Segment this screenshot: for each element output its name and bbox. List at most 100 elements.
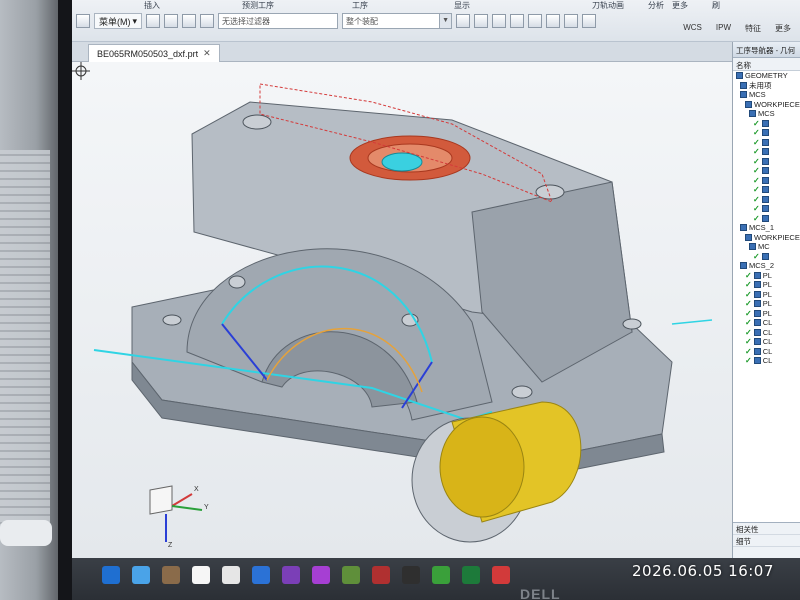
navigator-row[interactable]: ✓ CL	[733, 328, 800, 338]
dependencies-panel[interactable]: 相关性	[733, 523, 800, 535]
operation-icon	[736, 72, 743, 80]
navigator-row[interactable]: 未用项	[733, 81, 800, 91]
navigator-row-label: WORKPIECE	[754, 99, 800, 109]
checkmark-icon: ✓	[753, 128, 760, 138]
grid-icon[interactable]	[76, 14, 90, 28]
navigator-row[interactable]: ✓	[733, 214, 800, 224]
app-icon[interactable]	[342, 566, 360, 584]
navigator-row[interactable]: ✓	[733, 157, 800, 167]
navigator-row[interactable]: ✓	[733, 119, 800, 129]
navigator-row[interactable]: WORKPIECE	[733, 100, 800, 110]
navigator-row-label: PL	[762, 270, 772, 280]
app-icon[interactable]	[162, 566, 180, 584]
start-icon[interactable]	[102, 566, 120, 584]
navigator-row[interactable]: ✓ CL	[733, 337, 800, 347]
navigator-row[interactable]: MCS_2	[733, 261, 800, 271]
navigator-row[interactable]: ✓ PL	[733, 271, 800, 281]
ribbon-label-insert[interactable]: 插入	[144, 0, 160, 11]
operation-icon	[740, 81, 747, 89]
snap-intersect-icon[interactable]	[546, 14, 561, 28]
checkmark-icon: ✓	[745, 327, 752, 337]
snap-point-icon[interactable]	[456, 14, 471, 28]
select-icon[interactable]	[164, 14, 179, 28]
navigator-row[interactable]: ✓ PL	[733, 290, 800, 300]
navigator-row[interactable]: MCS_1	[733, 223, 800, 233]
details-panel[interactable]: 细节	[733, 535, 800, 547]
close-icon[interactable]: ✕	[203, 48, 211, 59]
assembly-scope-dropdown[interactable]: 整个装配 ▼	[342, 13, 453, 29]
app-icon[interactable]	[312, 566, 330, 584]
operation-icon	[761, 157, 769, 165]
operation-icon	[761, 167, 769, 175]
snap-mid-icon[interactable]	[492, 14, 507, 28]
navigator-row[interactable]: ✓	[733, 138, 800, 148]
app-icon[interactable]	[492, 566, 510, 584]
app-icon[interactable]	[282, 566, 300, 584]
snap-tangent-icon[interactable]	[528, 14, 543, 28]
navigator-row[interactable]: MCS	[733, 109, 800, 119]
navigator-row[interactable]: MC	[733, 242, 800, 252]
ribbon-label-toolpath[interactable]: 刀轨动画	[592, 0, 624, 11]
app-icon[interactable]	[432, 566, 450, 584]
navigator-row[interactable]: ✓ PL	[733, 309, 800, 319]
operation-icon	[745, 233, 752, 241]
navigator-row[interactable]: ✓	[733, 166, 800, 176]
operation-icon	[753, 338, 761, 346]
ribbon-label-predict[interactable]: 预测工序	[242, 0, 274, 11]
navigator-row[interactable]: ✓	[733, 128, 800, 138]
navigator-row[interactable]: ✓	[733, 204, 800, 214]
navigator-row[interactable]: ✓ CL	[733, 318, 800, 328]
navigator-row[interactable]: ✓	[733, 147, 800, 157]
ribbon-label-display[interactable]: 显示	[454, 0, 470, 11]
view-icon[interactable]	[582, 14, 597, 28]
operation-icon	[753, 347, 761, 355]
triad-x-label: X	[194, 486, 199, 493]
copy-icon[interactable]	[146, 14, 161, 28]
navigator-row[interactable]: ✓ CL	[733, 347, 800, 357]
menu-button[interactable]: 菜单(M) ▾	[94, 13, 143, 29]
app-icon[interactable]	[252, 566, 270, 584]
navigator-row[interactable]: ✓ PL	[733, 280, 800, 290]
navigator-row[interactable]: ✓ PL	[733, 299, 800, 309]
desk-cable	[0, 520, 52, 546]
snap-center-icon[interactable]	[510, 14, 525, 28]
document-tab[interactable]: BE065RM050503_dxf.prt ✕	[88, 44, 220, 62]
selection-filter-dropdown[interactable]: 无选择过滤器	[218, 13, 339, 29]
taskbar-apps	[102, 566, 510, 584]
paste-icon[interactable]	[182, 14, 197, 28]
navigator-row[interactable]: ✓	[733, 252, 800, 262]
snap-quadrant-icon[interactable]	[564, 14, 579, 28]
ipw-button[interactable]: IPW	[713, 22, 734, 35]
snap-end-icon[interactable]	[474, 14, 489, 28]
app-icon[interactable]	[132, 566, 150, 584]
calculator-icon[interactable]	[222, 566, 240, 584]
ribbon-label-more[interactable]: 更多	[672, 0, 688, 11]
app-icon[interactable]	[372, 566, 390, 584]
navigator-row[interactable]: MCS	[733, 90, 800, 100]
excel-icon[interactable]	[462, 566, 480, 584]
checkmark-icon: ✓	[745, 337, 752, 347]
layer-icon[interactable]	[200, 14, 215, 28]
navigator-row[interactable]: ✓ CL	[733, 356, 800, 366]
more-button[interactable]: 更多	[772, 22, 794, 35]
operation-icon	[753, 319, 761, 327]
checkmark-icon: ✓	[745, 299, 752, 309]
navigator-row[interactable]: ✓	[733, 176, 800, 186]
navigator-column-header[interactable]: 名称	[733, 58, 800, 71]
navigator-row[interactable]: ✓	[733, 185, 800, 195]
ribbon-label-operation[interactable]: 工序	[352, 0, 368, 11]
assembly-scope-value: 整个装配	[346, 17, 379, 26]
app-icon[interactable]	[402, 566, 420, 584]
feature-button[interactable]: 特征	[742, 22, 764, 35]
operation-icon	[761, 205, 769, 213]
notepad-icon[interactable]	[192, 566, 210, 584]
wcs-button[interactable]: WCS	[680, 22, 705, 35]
ribbon-label-analysis[interactable]: 分析	[648, 0, 664, 11]
navigator-row-label: MCS_1	[749, 223, 775, 233]
ribbon-toolbar: 插入 预测工序 工序 显示 刀轨动画 分析 更多 刷 菜单(M) ▾ 无选择过滤…	[72, 0, 800, 42]
navigator-row[interactable]: WORKPIECE	[733, 233, 800, 243]
ribbon-label-refresh[interactable]: 刷	[712, 0, 720, 11]
graphics-viewport[interactable]: X Y Z	[72, 62, 732, 562]
operation-icon	[753, 328, 761, 336]
navigator-row[interactable]: ✓	[733, 195, 800, 205]
